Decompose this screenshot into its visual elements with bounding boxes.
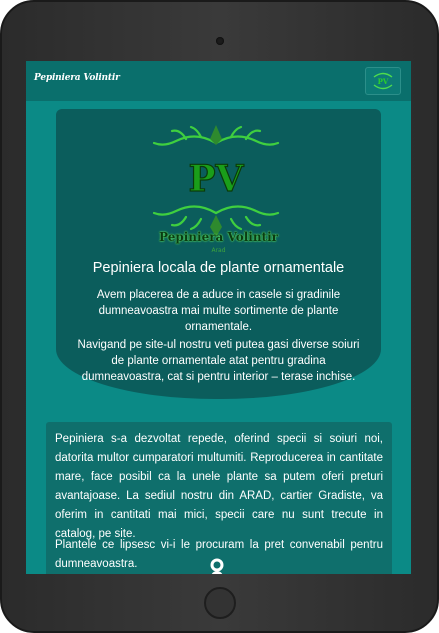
logo-monogram: PV [188, 158, 244, 200]
camera-icon [216, 37, 224, 45]
navbar-toggle-button[interactable]: PV [365, 67, 401, 95]
hero-paragraph-1: Avem placerea de a aduce in casele si gr… [96, 289, 341, 333]
ornament-logo-icon: PV [152, 125, 280, 237]
logo-subtitle: Arad [211, 247, 226, 254]
hero-heading: Pepiniera locala de plante ornamentale [92, 260, 345, 276]
about-paragraph-1: Pepiniera s-a dezvoltat repede, oferind … [55, 433, 383, 540]
hero-paragraph-2: Navigand pe site-ul nostru veti putea ga… [77, 339, 360, 383]
navbar: Pepiniera Volintir PV [26, 61, 411, 101]
logo-title: Pepiniera Volintir [159, 230, 278, 244]
svg-text:PV: PV [378, 77, 389, 86]
navbar-brand[interactable]: Pepiniera Volintir [34, 73, 120, 83]
tablet-frame: Pepiniera Volintir PV PV Pepiniera Volin… [0, 0, 439, 633]
logo-thumbnail-icon: PV [373, 72, 393, 90]
scroll-indicator-icon[interactable] [206, 558, 228, 574]
logo: PV [146, 121, 286, 246]
about-section: Pepiniera s-a dezvoltat repede, oferind … [46, 422, 392, 574]
hero-section: PV Pepiniera Volintir Arad Pepiniera loc… [56, 109, 381, 399]
browser-viewport: Pepiniera Volintir PV PV Pepiniera Volin… [26, 61, 411, 574]
home-button[interactable] [204, 587, 236, 619]
